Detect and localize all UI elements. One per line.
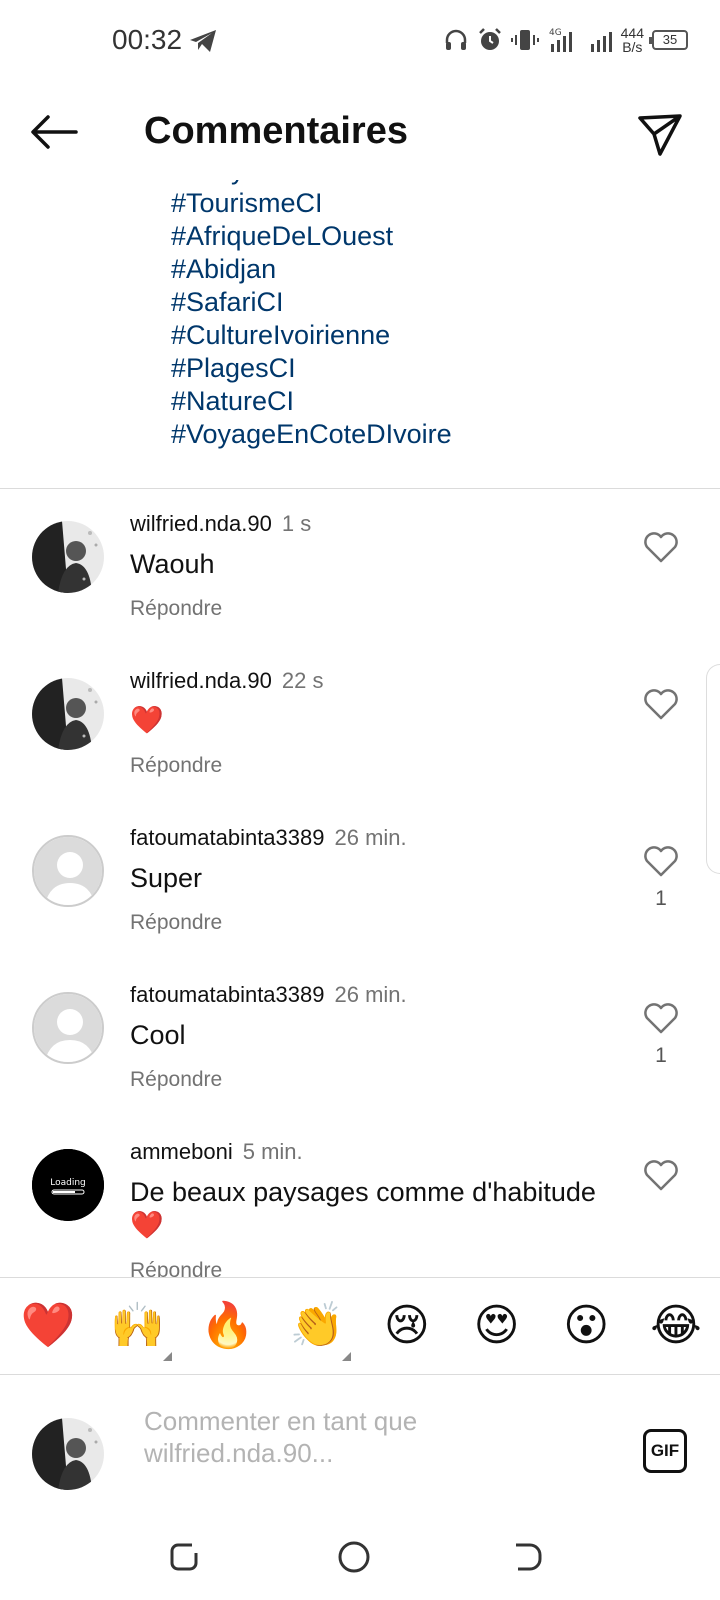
recent-apps-icon[interactable] — [164, 1537, 204, 1577]
comment-time: 26 min. — [334, 982, 407, 1007]
comment-username[interactable]: ammeboni — [130, 1139, 233, 1164]
headphones-icon — [445, 29, 466, 50]
signal-4g-icon: 4G — [549, 28, 572, 52]
reply-button[interactable]: Répondre — [130, 754, 222, 778]
heart-icon[interactable] — [643, 531, 679, 563]
avatar-default[interactable] — [32, 835, 104, 907]
status-icons: 4G 444 B/s 35 — [443, 22, 688, 58]
alarm-icon — [478, 28, 501, 50]
reply-button[interactable]: Répondre — [130, 1068, 222, 1092]
hashtag[interactable]: #NatureCI — [171, 385, 452, 418]
heart-icon[interactable] — [643, 1002, 679, 1034]
status-time: 00:32 — [112, 24, 183, 55]
gif-button[interactable]: GIF — [643, 1429, 687, 1473]
hashtag[interactable]: #PlagesCI — [171, 352, 452, 385]
network-speed: 444 B/s — [621, 26, 644, 54]
comment-item: wilfried.nda.90 1 s Waouh Répondre — [0, 489, 720, 649]
comment-header: fatoumatabinta3389 26 min. — [130, 982, 407, 1008]
comment-item: wilfried.nda.90 22 s ❤️ Répondre — [0, 646, 720, 806]
comment-time: 1 s — [281, 511, 312, 536]
comment-text: ❤️ — [130, 705, 164, 735]
hashtag[interactable]: #Abidjan — [171, 253, 452, 286]
hashtag[interactable]: #VoyageEnCoteDIvoire — [171, 418, 452, 451]
comment-header: ammeboni 5 min. — [130, 1139, 303, 1165]
system-nav-bar — [0, 1525, 720, 1600]
page-title: Commentaires — [144, 110, 408, 152]
comment-input[interactable] — [144, 1405, 604, 1475]
reply-button[interactable]: Répondre — [130, 911, 222, 935]
comment-item: Loading ammeboni 5 min. De beaux paysages… — [0, 1117, 720, 1277]
network-type: 4G — [549, 28, 562, 38]
comment-list[interactable]: wilfried.nda.90 1 s Waouh Répondre wilfri… — [0, 489, 720, 1277]
avatar[interactable] — [32, 521, 104, 593]
send-icon[interactable] — [636, 110, 684, 158]
post-caption: #IvoryCoast #TourismeCI #AfriqueDeLOuest… — [0, 172, 720, 488]
heart-icon[interactable] — [643, 1159, 679, 1191]
hashtag-list: #IvoryCoast #TourismeCI #AfriqueDeLOuest… — [171, 172, 452, 451]
comment-item: fatoumatabinta3389 26 min. Super Répondre… — [0, 803, 720, 963]
comment-time: 5 min. — [242, 1139, 303, 1164]
comment-item: fatoumatabinta3389 26 min. Cool Répondre … — [0, 960, 720, 1120]
heart-icon[interactable] — [643, 845, 679, 877]
hashtag[interactable]: #SafariCI — [171, 286, 452, 319]
loading-label: Loading — [50, 1178, 86, 1188]
composer-avatar — [32, 1418, 104, 1490]
skin-tone-indicator — [162, 1352, 172, 1361]
comment-username[interactable]: wilfried.nda.90 — [130, 668, 272, 693]
comment-username[interactable]: fatoumatabinta3389 — [130, 982, 325, 1007]
vibrate-icon — [510, 30, 539, 50]
comment-header: wilfried.nda.90 22 s — [130, 668, 323, 694]
emoji-bar: ❤️ 🙌 🔥 👏 😢 😍 😮 😂 — [0, 1277, 720, 1375]
emoji-heart[interactable]: ❤️ — [18, 1301, 78, 1351]
comment-time: 26 min. — [334, 825, 407, 850]
home-icon[interactable] — [334, 1537, 374, 1577]
battery-icon: 35 — [649, 30, 688, 50]
avatar-loading[interactable]: Loading — [32, 1149, 104, 1221]
net-speed-unit: B/s — [622, 39, 643, 55]
telegram-icon — [190, 30, 216, 52]
emoji-cry[interactable]: 😢 — [377, 1301, 437, 1351]
comment-time: 22 s — [281, 668, 324, 693]
comment-header: fatoumatabinta3389 26 min. — [130, 825, 407, 851]
status-bar: 00:32 4G 444 B/s 35 — [0, 0, 720, 80]
comment-username[interactable]: wilfried.nda.90 — [130, 511, 272, 536]
back-nav-icon[interactable] — [506, 1537, 546, 1577]
skin-tone-indicator — [342, 1352, 352, 1361]
like-count: 1 — [655, 887, 667, 910]
like-count: 1 — [655, 1044, 667, 1067]
comment-text: Cool — [130, 1020, 186, 1050]
side-panel-handle[interactable] — [706, 664, 720, 874]
emoji-raised-hands-glyph: 🙌 — [110, 1300, 166, 1351]
reply-button[interactable]: Répondre — [130, 1259, 222, 1277]
emoji-raised-hands[interactable]: 🙌 — [108, 1300, 172, 1361]
comment-text: Waouh — [130, 549, 215, 579]
comment-username[interactable]: fatoumatabinta3389 — [130, 825, 325, 850]
signal-icon — [590, 32, 612, 52]
comment-text: Super — [130, 863, 203, 893]
emoji-laughing[interactable]: 😂 — [646, 1301, 706, 1351]
hashtag[interactable]: #CultureIvoirienne — [171, 319, 452, 352]
emoji-surprised[interactable]: 😮 — [556, 1301, 616, 1351]
avatar[interactable] — [32, 678, 104, 750]
emoji-fire[interactable]: 🔥 — [197, 1301, 257, 1351]
comment-composer: GIF — [0, 1375, 720, 1525]
emoji-clap-glyph: 👏 — [289, 1300, 345, 1351]
comment-text: De beaux paysages comme d'habitude — [130, 1177, 596, 1207]
back-arrow-icon[interactable] — [28, 112, 80, 152]
hashtag[interactable]: #TourismeCI — [171, 187, 452, 220]
hashtag[interactable]: #AfriqueDeLOuest — [171, 220, 452, 253]
net-speed-value: 444 — [620, 25, 644, 41]
comment-header: wilfried.nda.90 1 s — [130, 511, 311, 537]
reply-button[interactable]: Répondre — [130, 597, 222, 621]
avatar-default[interactable] — [32, 992, 104, 1064]
heart-icon[interactable] — [643, 688, 679, 720]
emoji-clap[interactable]: 👏 — [287, 1300, 352, 1361]
header: Commentaires — [0, 80, 720, 180]
emoji-heart-eyes[interactable]: 😍 — [467, 1301, 527, 1351]
comment-text-emoji: ❤️ — [130, 1210, 164, 1240]
